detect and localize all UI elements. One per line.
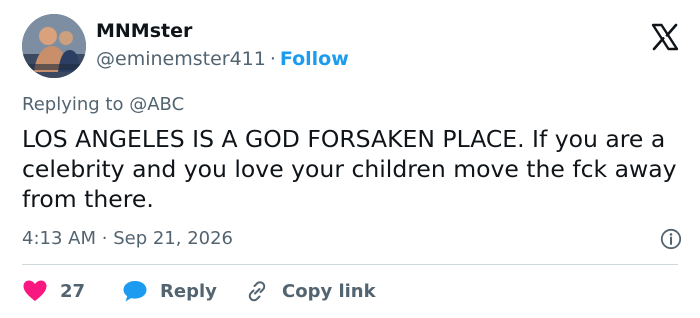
link-icon xyxy=(248,281,266,302)
separator-dot: · xyxy=(269,48,276,70)
tweet-actions: 27 Reply Copy link xyxy=(22,276,682,306)
replying-to-prefix: Replying to xyxy=(22,94,124,115)
x-logo-icon[interactable] xyxy=(650,22,680,52)
embedded-tweet-card: MNMster @eminemster411 · Follow Replying t… xyxy=(0,0,700,318)
avatar-image xyxy=(22,14,86,78)
divider xyxy=(22,264,678,265)
info-icon[interactable] xyxy=(660,228,682,250)
reply-button[interactable]: Reply xyxy=(122,276,217,306)
author-handle[interactable]: @eminemster411 xyxy=(96,48,266,70)
replying-to-line: Replying to @ABC xyxy=(22,94,184,115)
tweet-header: MNMster @eminemster411 · Follow xyxy=(22,14,682,80)
heart-icon xyxy=(23,280,47,301)
avatar[interactable] xyxy=(22,14,86,78)
tweet-timestamp[interactable]: 4:13 AM · Sep 21, 2026 xyxy=(22,228,233,249)
like-count: 27 xyxy=(60,280,86,302)
author-handle-row: @eminemster411 · Follow xyxy=(96,48,349,70)
tweet-text: LOS ANGELES IS A GOD FORSAKEN PLACE. If … xyxy=(22,125,677,213)
reply-label: Reply xyxy=(160,280,217,302)
copy-link-button[interactable]: Copy link xyxy=(244,276,376,306)
tweet-time: 4:13 AM xyxy=(22,228,96,249)
tweet-date: Sep 21, 2026 xyxy=(113,228,234,249)
speech-bubble-icon xyxy=(123,281,147,302)
separator-dot: · xyxy=(101,228,108,249)
copy-link-label: Copy link xyxy=(282,280,376,302)
follow-button[interactable]: Follow xyxy=(280,48,349,70)
like-button[interactable]: 27 xyxy=(22,276,85,306)
author-display-name[interactable]: MNMster xyxy=(96,20,192,42)
replying-to-mention[interactable]: @ABC xyxy=(129,94,184,115)
